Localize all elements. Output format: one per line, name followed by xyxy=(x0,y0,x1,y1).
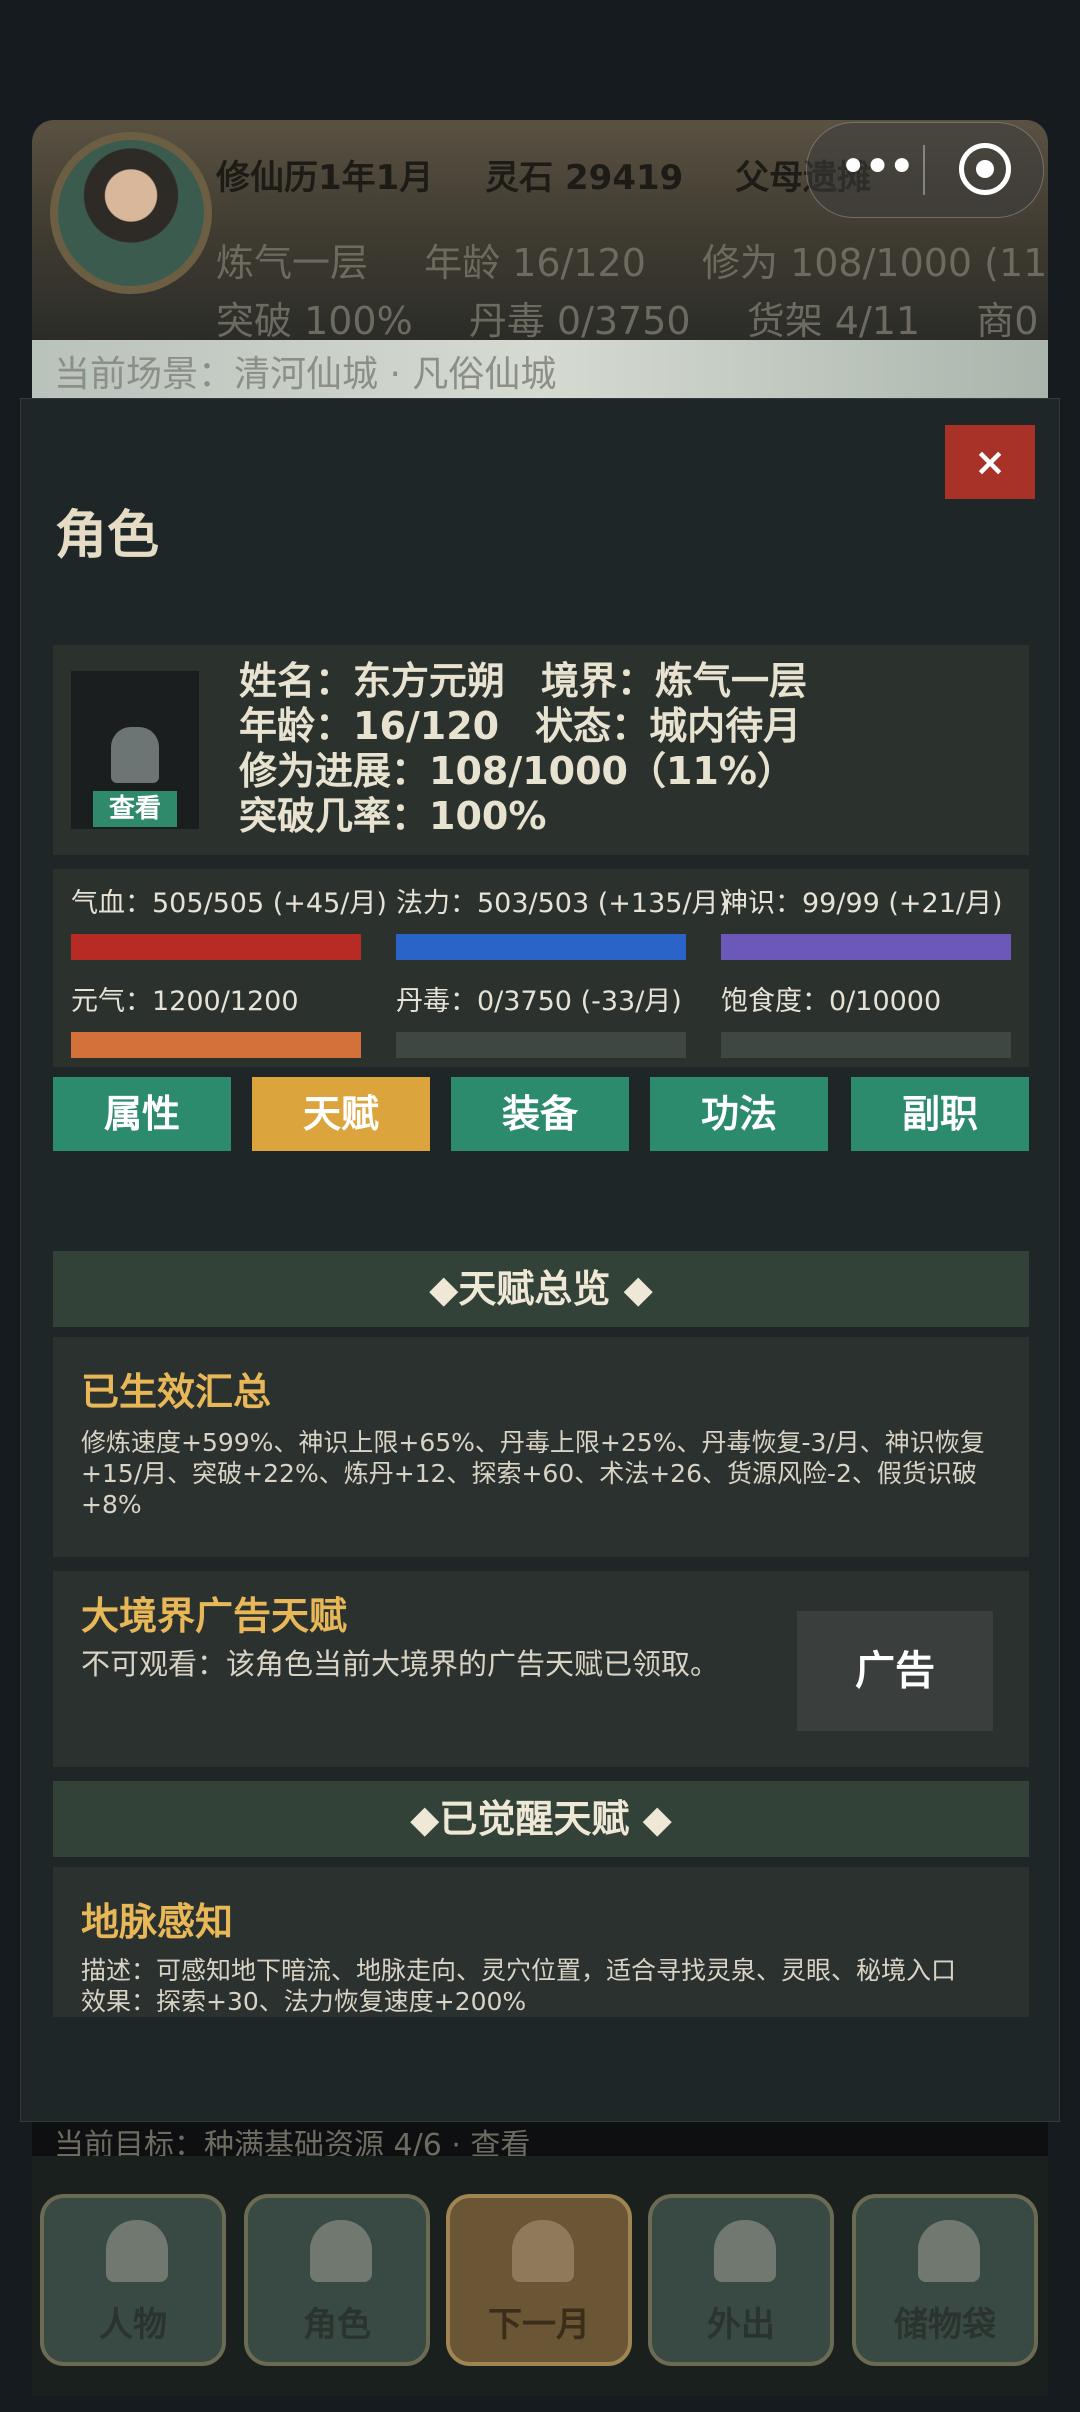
character-icon xyxy=(310,2220,372,2282)
tab-attributes[interactable]: 属性 xyxy=(53,1077,231,1151)
stat-hp: 气血：505/505 (+45/月) xyxy=(71,881,387,960)
stat-label: 饱食度：0/10000 xyxy=(721,986,942,1017)
stat-bar-fill xyxy=(396,934,686,960)
hud-spirit-stones: 灵石 29419 xyxy=(485,158,684,198)
hud-age: 年龄 16/120 xyxy=(424,241,646,285)
tab-side-jobs[interactable]: 副职 xyxy=(851,1077,1029,1151)
character-tabs: 属性 天赋 装备 功法 副职 xyxy=(53,1077,1029,1151)
hud-date: 修仙历1年1月 xyxy=(216,158,434,198)
nav-label: 人物 xyxy=(99,2305,167,2345)
stat-vitality: 元气：1200/1200 xyxy=(71,979,361,1058)
effective-summary-panel: 已生效汇总 修炼速度+599%、神识上限+65%、丹毒上限+25%、丹毒恢复-3… xyxy=(53,1337,1029,1557)
player-avatar[interactable] xyxy=(50,132,212,294)
stat-bar xyxy=(721,934,1011,960)
stat-pill-poison: 丹毒：0/3750 (-33/月) xyxy=(396,979,686,1058)
ad-talent-title: 大境界广告天赋 xyxy=(81,1594,348,1638)
stat-label: 元气：1200/1200 xyxy=(71,986,299,1017)
miniprogram-capsule: ••• xyxy=(806,122,1044,218)
stat-divine-sense: 神识：99/99 (+21/月) xyxy=(721,881,1011,960)
capsule-divider xyxy=(923,145,925,195)
nav-storage-bag-button[interactable]: 储物袋 xyxy=(852,2194,1038,2366)
talent-entry-desc: 描述：可感知地下暗流、地脉走向、灵穴位置，适合寻找灵泉、灵眼、秘境入口 xyxy=(81,1956,957,1985)
flag-icon xyxy=(512,2220,574,2282)
bottom-nav: 人物 角色 下一月 外出 储物袋 xyxy=(32,2156,1048,2396)
tab-talents[interactable]: 天赋 xyxy=(252,1077,430,1151)
close-button[interactable]: × xyxy=(945,425,1035,499)
nav-character-button[interactable]: 角色 xyxy=(244,2194,430,2366)
stat-mana: 法力：503/503 (+135/月) xyxy=(396,881,730,960)
character-figure-icon xyxy=(111,727,159,783)
stat-label: 法力：503/503 (+135/月) xyxy=(396,888,730,919)
hud-row-middle: 炼气一层 年龄 16/120 修为 108/1000 (11%) xyxy=(216,232,1048,287)
character-progress: 修为进展：108/1000（11%） xyxy=(239,749,795,793)
hud-row-bottom: 突破 100% 丹毒 0/3750 货架 4/11 商0 名望 xyxy=(216,290,1048,340)
talent-overview-header: ◆天赋总览 ◆ xyxy=(53,1251,1029,1327)
stat-label: 气血：505/505 (+45/月) xyxy=(71,888,387,919)
hud-breakthrough: 突破 100% xyxy=(216,299,413,340)
hud-shelf: 货架 4/11 xyxy=(746,299,921,340)
stat-satiety: 饱食度：0/10000 xyxy=(721,979,1011,1058)
character-age: 年龄：16/120 xyxy=(239,704,500,748)
nav-person-button[interactable]: 人物 xyxy=(40,2194,226,2366)
nav-label: 下一月 xyxy=(488,2305,590,2345)
stat-label: 神识：99/99 (+21/月) xyxy=(721,888,1003,919)
effective-summary-title: 已生效汇总 xyxy=(81,1370,272,1414)
talent-entry-effect: 效果：探索+30、法力恢复速度+200% xyxy=(81,1987,527,2016)
stats-card: 气血：505/505 (+45/月) 法力：503/503 (+135/月) 神… xyxy=(53,869,1029,1067)
character-breakthrough: 突破几率：100% xyxy=(239,794,547,838)
character-status: 状态：城内待月 xyxy=(535,704,802,748)
view-button[interactable]: 查看 xyxy=(93,791,177,827)
talent-entry: 地脉感知 描述：可感知地下暗流、地脉走向、灵穴位置，适合寻找灵泉、灵眼、秘境入口… xyxy=(53,1867,1029,2017)
stat-bar xyxy=(396,934,686,960)
tab-techniques[interactable]: 功法 xyxy=(650,1077,828,1151)
nav-label: 角色 xyxy=(303,2305,371,2345)
hud-merchant: 商0 xyxy=(976,299,1039,340)
stat-bar xyxy=(721,1032,1011,1058)
stat-bar xyxy=(396,1032,686,1058)
tab-equipment[interactable]: 装备 xyxy=(451,1077,629,1151)
nav-go-out-button[interactable]: 外出 xyxy=(648,2194,834,2366)
character-info-card: 查看 姓名：东方元朔 境界：炼气一层 年龄：16/120 状态：城内待月 修为进展：… xyxy=(53,645,1029,855)
bag-icon xyxy=(918,2220,980,2282)
talent-entry-title: 地脉感知 xyxy=(81,1900,234,1944)
stat-bar-fill xyxy=(721,934,1011,960)
hud-cultivation: 修为 108/1000 (11%) xyxy=(701,241,1048,285)
character-name: 姓名：东方元朔 xyxy=(239,659,506,703)
stat-label: 丹毒：0/3750 (-33/月) xyxy=(396,986,682,1017)
scene-strip: 当前场景：清河仙城 · 凡俗仙城 xyxy=(32,340,1048,400)
nav-label: 外出 xyxy=(707,2305,775,2345)
character-info-lines: 姓名：东方元朔 境界：炼气一层 年龄：16/120 状态：城内待月 修为进展：108… xyxy=(239,659,807,839)
character-portrait: 查看 xyxy=(71,671,199,829)
hud-poison: 丹毒 0/3750 xyxy=(468,299,691,340)
effective-summary-text: 修炼速度+599%、神识上限+65%、丹毒上限+25%、丹毒恢复-3/月、神识恢… xyxy=(81,1428,985,1519)
character-realm: 境界：炼气一层 xyxy=(541,659,808,703)
stat-bar xyxy=(71,934,361,960)
close-miniprogram-icon[interactable] xyxy=(959,143,1011,195)
ad-talent-panel: 大境界广告天赋 不可观看：该角色当前大境界的广告天赋已领取。 广告 xyxy=(53,1571,1029,1767)
modal-title: 角色 xyxy=(55,506,160,566)
lotus-icon xyxy=(714,2220,776,2282)
nav-label: 储物袋 xyxy=(894,2305,996,2345)
stat-bar xyxy=(71,1032,361,1058)
ad-talent-text: 不可观看：该角色当前大境界的广告天赋已领取。 xyxy=(81,1647,720,1681)
hud-realm: 炼气一层 xyxy=(216,241,369,285)
character-modal: × 角色 查看 姓名：东方元朔 境界：炼气一层 年龄：16/120 状态：城内待月 … xyxy=(20,398,1060,2122)
stat-bar-fill xyxy=(71,934,361,960)
more-icon[interactable]: ••• xyxy=(839,139,916,195)
person-icon xyxy=(106,2220,168,2282)
ad-button[interactable]: 广告 xyxy=(797,1611,993,1731)
stat-bar-fill xyxy=(71,1032,361,1058)
nav-next-month-button[interactable]: 下一月 xyxy=(446,2194,632,2366)
awakened-talents-header: ◆已觉醒天赋 ◆ xyxy=(53,1781,1029,1857)
